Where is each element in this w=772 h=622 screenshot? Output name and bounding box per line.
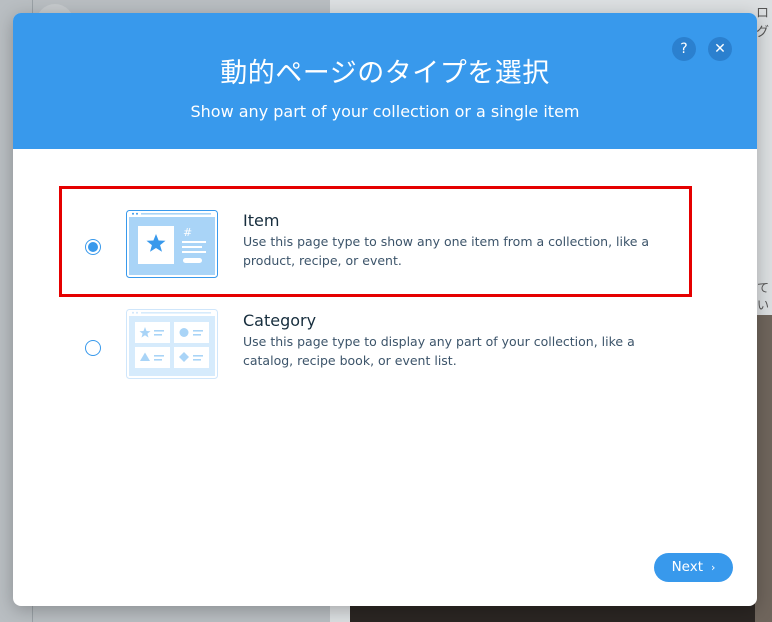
next-label: Next [671,559,704,575]
item-description: Use this page type to show any one item … [243,234,650,268]
dialog-subtitle: Show any part of your collection or a si… [190,102,580,121]
dialog-title: 動的ページのタイプを選択 [220,58,550,89]
category-page-icon [126,309,218,379]
help-icon: ? [680,41,688,57]
chevron-right-icon: › [711,561,716,574]
item-title: Item [243,211,280,230]
page-type-dialog: 動的ページのタイプを選択 Show any part of your colle… [13,13,757,606]
option-category[interactable]: Category Use this page type to display a… [63,305,703,385]
item-page-icon: # [126,210,218,278]
dialog-header: 動的ページのタイプを選択 Show any part of your colle… [13,13,757,149]
hash-mark: # [183,226,192,239]
background-text-top: ログ [756,6,770,40]
item-radio[interactable] [85,239,101,255]
help-button[interactable]: ? [672,37,696,61]
category-description: Use this page type to display any part o… [243,334,635,368]
next-button[interactable]: Next › [654,553,733,582]
close-icon: ✕ [714,41,726,57]
background-text-side: てい [757,281,770,312]
category-title: Category [243,311,317,330]
background-image [755,315,772,622]
option-item[interactable]: # Item Use this page type to show any on… [63,191,703,291]
close-button[interactable]: ✕ [708,37,732,61]
category-radio[interactable] [85,340,101,356]
